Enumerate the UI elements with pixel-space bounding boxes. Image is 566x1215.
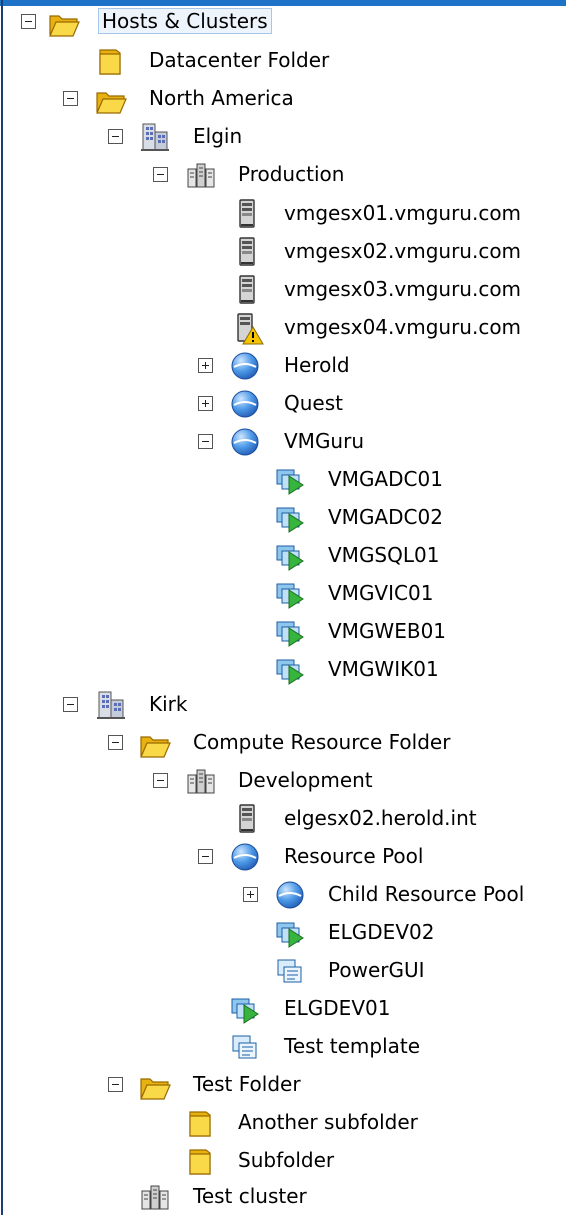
resource-pool-icon	[228, 387, 262, 421]
tree-label[interactable]: VMGuru	[281, 429, 367, 453]
collapse-toggle[interactable]	[108, 1077, 123, 1092]
host-icon	[231, 802, 265, 836]
vm-powered-on-icon	[273, 653, 307, 687]
collapse-toggle[interactable]	[153, 773, 168, 788]
host-icon	[231, 235, 265, 269]
folder-open-icon	[138, 726, 172, 760]
vm-powered-on-icon	[273, 916, 307, 950]
host-icon	[231, 273, 265, 307]
template-icon	[228, 1030, 262, 1064]
folder-icon	[94, 44, 128, 78]
tree-label[interactable]: Subfolder	[235, 1148, 337, 1172]
expand-toggle[interactable]	[198, 358, 213, 373]
vm-powered-on-icon	[273, 577, 307, 611]
resource-pool-icon	[273, 878, 307, 912]
collapse-toggle[interactable]	[63, 91, 78, 106]
window-top-border	[0, 0, 566, 6]
vm-powered-on-icon	[273, 501, 307, 535]
tree-label[interactable]: Elgin	[190, 124, 245, 148]
tree-label[interactable]: VMGVIC01	[325, 581, 436, 605]
tree-label[interactable]: PowerGUI	[325, 958, 428, 982]
tree-label[interactable]: Herold	[281, 353, 353, 377]
expand-toggle[interactable]	[243, 887, 258, 902]
resource-pool-icon	[228, 425, 262, 459]
tree-label[interactable]: VMGWIK01	[325, 657, 442, 681]
tree-label[interactable]: VMGSQL01	[325, 543, 442, 567]
expand-toggle[interactable]	[198, 396, 213, 411]
collapse-toggle[interactable]	[198, 434, 213, 449]
collapse-toggle[interactable]	[21, 14, 36, 29]
pane-left-border	[1, 0, 3, 1215]
tree-label[interactable]: Resource Pool	[281, 844, 426, 868]
datacenter-icon	[94, 688, 128, 722]
host-icon	[231, 197, 265, 231]
collapse-toggle[interactable]	[198, 849, 213, 864]
tree-label[interactable]: VMGADC01	[325, 467, 446, 491]
tree-label[interactable]: VMGADC02	[325, 505, 446, 529]
tree-label[interactable]: vmgesx01.vmguru.com	[281, 201, 524, 225]
folder-icon	[184, 1106, 218, 1140]
vm-powered-on-icon	[273, 463, 307, 497]
tree-label[interactable]: VMGWEB01	[325, 619, 449, 643]
cluster-icon	[184, 158, 218, 192]
tree-label[interactable]: Test template	[281, 1034, 423, 1058]
tree-label[interactable]: Child Resource Pool	[325, 882, 527, 906]
folder-open-icon	[94, 82, 128, 116]
tree-label[interactable]: Datacenter Folder	[146, 48, 332, 72]
host-warning-icon	[231, 311, 265, 345]
tree-label[interactable]: Test cluster	[190, 1184, 310, 1208]
resource-pool-icon	[228, 840, 262, 874]
folder-icon	[184, 1144, 218, 1178]
tree-label[interactable]: Another subfolder	[235, 1110, 421, 1134]
collapse-toggle[interactable]	[153, 167, 168, 182]
tree-label[interactable]: ELGDEV02	[325, 920, 437, 944]
cluster-icon	[138, 1180, 172, 1214]
tree-label[interactable]: elgesx02.herold.int	[281, 806, 480, 830]
tree-label[interactable]: North America	[146, 86, 297, 110]
tree-label[interactable]: Quest	[281, 391, 346, 415]
vm-powered-on-icon	[228, 992, 262, 1026]
tree-label[interactable]: vmgesx03.vmguru.com	[281, 277, 524, 301]
tree-label[interactable]: Production	[235, 162, 347, 186]
cluster-icon	[184, 764, 218, 798]
vm-powered-on-icon	[273, 615, 307, 649]
collapse-toggle[interactable]	[108, 129, 123, 144]
vm-powered-on-icon	[273, 539, 307, 573]
tree-label[interactable]: vmgesx04.vmguru.com	[281, 315, 524, 339]
resource-pool-icon	[228, 349, 262, 383]
tree-label[interactable]: Test Folder	[190, 1072, 304, 1096]
tree-label[interactable]: Compute Resource Folder	[190, 730, 453, 754]
tree-label[interactable]: Kirk	[146, 692, 190, 716]
folder-open-icon	[138, 1068, 172, 1102]
tree-label[interactable]: Hosts & Clusters	[98, 8, 272, 34]
tree-label[interactable]: ELGDEV01	[281, 996, 393, 1020]
folder-open-icon	[47, 5, 81, 39]
collapse-toggle[interactable]	[63, 697, 78, 712]
template-icon	[273, 954, 307, 988]
tree-label[interactable]: Development	[235, 768, 376, 792]
tree-label[interactable]: vmgesx02.vmguru.com	[281, 239, 524, 263]
collapse-toggle[interactable]	[108, 735, 123, 750]
datacenter-icon	[138, 120, 172, 154]
